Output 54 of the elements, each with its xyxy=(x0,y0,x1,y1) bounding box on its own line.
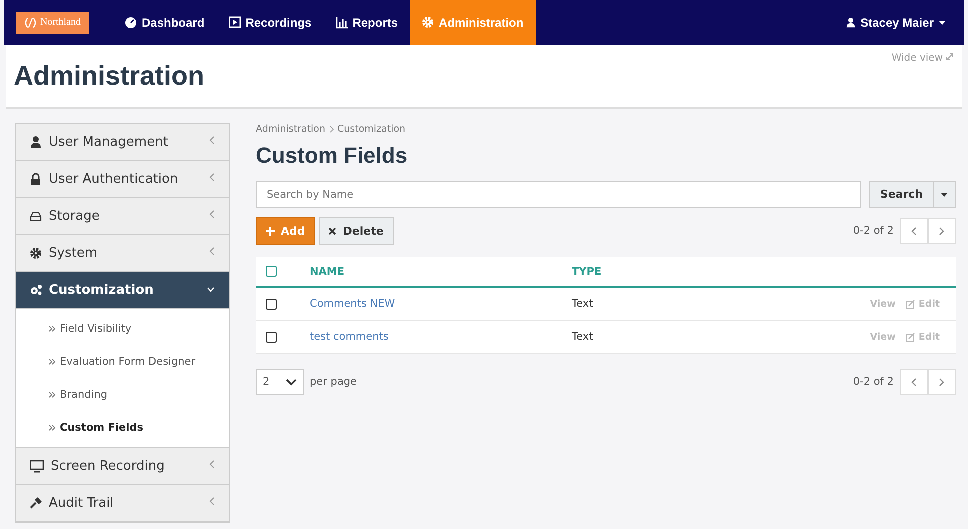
nav-tab[interactable]: Dashboard xyxy=(113,0,217,45)
per-page-value: 2 xyxy=(263,376,270,388)
submenu-item[interactable]: Branding xyxy=(16,378,229,411)
table-cell: Text xyxy=(572,331,594,343)
chevron-icon xyxy=(209,247,215,256)
double-chevron-icon xyxy=(49,424,56,430)
edit-icon xyxy=(906,332,915,342)
chevron-icon xyxy=(286,378,297,386)
caret-icon xyxy=(939,20,946,24)
user-icon xyxy=(846,16,856,28)
chevron-icon xyxy=(911,378,917,386)
per-page-select[interactable]: 2 xyxy=(256,369,304,395)
double-chevron-icon xyxy=(49,326,56,332)
field-name-link[interactable]: Comments NEW xyxy=(310,298,396,310)
section-title: Custom Fields xyxy=(256,143,409,169)
chevron-icon xyxy=(911,226,917,236)
row-checkbox[interactable] xyxy=(266,332,277,342)
chevron-icon xyxy=(209,173,215,182)
field-name-link[interactable]: test comments xyxy=(310,331,389,343)
submenu-item[interactable]: Custom Fields xyxy=(16,411,229,444)
page-heading: Administration xyxy=(14,61,205,93)
search-field[interactable]: Search by Name xyxy=(256,181,862,208)
sidebar-item[interactable]: Customization xyxy=(16,272,229,309)
chevron-icon xyxy=(209,497,215,506)
submenu-item[interactable]: Evaluation Form Designer xyxy=(16,345,229,378)
submenu-item[interactable]: Field Visibility xyxy=(16,312,229,345)
breadcrumb-link[interactable]: Customization xyxy=(338,124,406,135)
chevron-icon xyxy=(939,226,945,236)
search-button[interactable]: Search xyxy=(869,181,934,208)
nav-tab[interactable]: Recordings xyxy=(216,0,324,45)
nav-tab[interactable]: Reports xyxy=(324,0,410,45)
double-chevron-icon xyxy=(49,392,56,398)
chevron-icon xyxy=(209,460,215,469)
expand-icon xyxy=(946,53,954,61)
chevron-icon xyxy=(207,286,215,292)
page-count: 0-2 of 2 xyxy=(853,225,894,237)
double-chevron-icon xyxy=(49,358,56,364)
edit-icon xyxy=(906,300,915,308)
chevron-icon xyxy=(939,378,945,386)
plus-icon xyxy=(266,226,275,236)
page-count: 0-2 of 2 xyxy=(853,376,894,388)
chevron-icon xyxy=(209,136,215,145)
caret-icon xyxy=(941,192,948,196)
chevron-icon xyxy=(330,126,334,133)
chevron-icon xyxy=(209,210,215,219)
close-icon xyxy=(329,228,336,234)
breadcrumb-link[interactable]: Administration xyxy=(256,124,326,135)
per-page-label: per page xyxy=(310,376,358,388)
select-all-checkbox[interactable] xyxy=(266,266,277,277)
delete-button[interactable]: Delete xyxy=(319,217,394,245)
table-cell: Text xyxy=(572,298,594,310)
row-checkbox[interactable] xyxy=(266,298,277,310)
dropdown-button[interactable] xyxy=(934,181,956,208)
user-menu[interactable]: Stacey Maier xyxy=(836,0,956,45)
